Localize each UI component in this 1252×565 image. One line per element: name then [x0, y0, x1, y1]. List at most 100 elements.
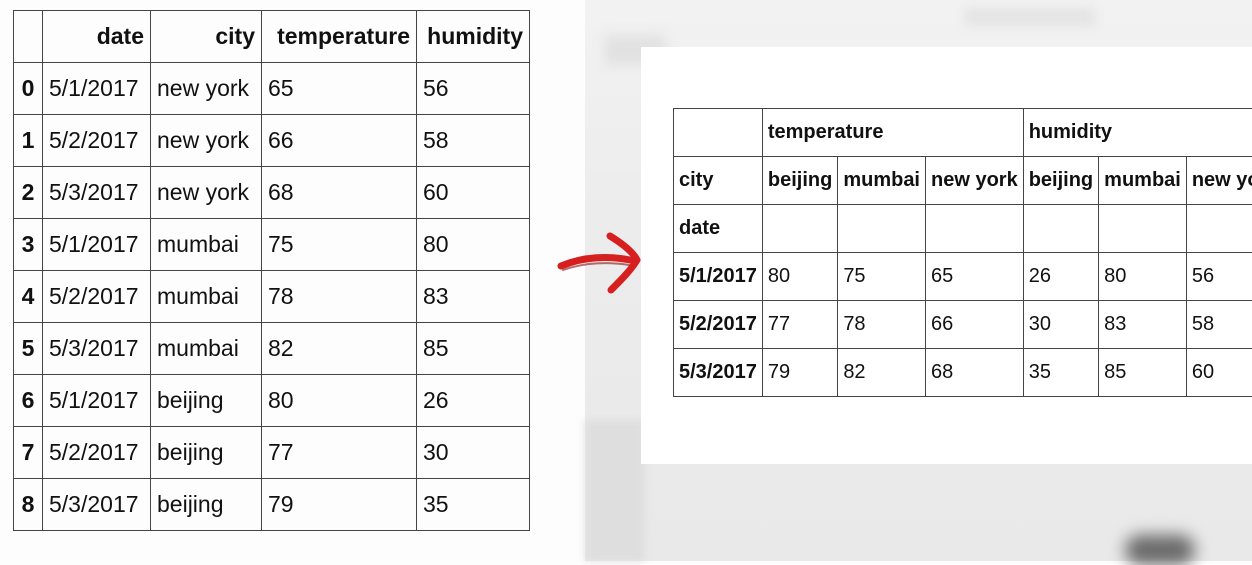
column-header-humidity: humidity — [417, 11, 530, 63]
table-row: 5/1/2017 80 75 65 26 80 56 — [674, 253, 1252, 301]
column-header-temperature: temperature — [262, 11, 417, 63]
cell-city: beijing — [151, 479, 262, 531]
cell-temperature: 82 — [262, 323, 417, 375]
row-index: 5 — [14, 323, 43, 375]
sub-header: beijing — [1023, 157, 1098, 205]
table-row: 3 5/1/2017 mumbai 75 80 — [14, 219, 530, 271]
table-header-row: date city temperature humidity — [14, 11, 530, 63]
pivot-corner-cell — [674, 109, 763, 157]
table-row: 0 5/1/2017 new york 65 56 — [14, 63, 530, 115]
cell-humidity: 83 — [417, 271, 530, 323]
column-header — [14, 11, 43, 63]
cell-temperature: 65 — [262, 63, 417, 115]
empty-cell — [838, 205, 926, 253]
cell-temperature: 78 — [262, 271, 417, 323]
row-index: 2 — [14, 167, 43, 219]
cell-city: beijing — [151, 427, 262, 479]
cell-city: new york — [151, 167, 262, 219]
pivot-sub-header-row: city beijing mumbai new york beijing mum… — [674, 157, 1252, 205]
pivot-cell: 82 — [838, 349, 926, 397]
cell-temperature: 68 — [262, 167, 417, 219]
pivot-group-header-row: temperature humidity — [674, 109, 1252, 157]
cell-city: mumbai — [151, 323, 262, 375]
pivot-cell: 30 — [1023, 301, 1098, 349]
pivot-cell: 78 — [838, 301, 926, 349]
pivot-cell: 35 — [1023, 349, 1098, 397]
pivot-cell: 26 — [1023, 253, 1098, 301]
pivot-cell: 68 — [926, 349, 1024, 397]
pivot-cell: 80 — [1099, 253, 1187, 301]
cell-date: 5/2/2017 — [43, 271, 151, 323]
table-row: 8 5/3/2017 beijing 79 35 — [14, 479, 530, 531]
table-row: 7 5/2/2017 beijing 77 30 — [14, 427, 530, 479]
cell-humidity: 30 — [417, 427, 530, 479]
cell-city: mumbai — [151, 271, 262, 323]
cell-date: 5/2/2017 — [43, 427, 151, 479]
pivot-cell: 66 — [926, 301, 1024, 349]
cell-humidity: 85 — [417, 323, 530, 375]
cell-city: new york — [151, 115, 262, 167]
cell-temperature: 66 — [262, 115, 417, 167]
cell-date: 5/3/2017 — [43, 323, 151, 375]
column-header-city: city — [151, 11, 262, 63]
sub-header: new york — [926, 157, 1024, 205]
cell-temperature: 75 — [262, 219, 417, 271]
row-date: 5/3/2017 — [674, 349, 763, 397]
blurred-element — [965, 8, 1095, 26]
table-row: 2 5/3/2017 new york 68 60 — [14, 167, 530, 219]
cell-humidity: 56 — [417, 63, 530, 115]
cell-date: 5/3/2017 — [43, 479, 151, 531]
empty-cell — [1186, 205, 1252, 253]
cell-date: 5/1/2017 — [43, 375, 151, 427]
cell-date: 5/3/2017 — [43, 167, 151, 219]
columns-label: city — [674, 157, 763, 205]
cell-humidity: 26 — [417, 375, 530, 427]
table-row: 1 5/2/2017 new york 66 58 — [14, 115, 530, 167]
group-header-humidity: humidity — [1023, 109, 1252, 157]
empty-cell — [1099, 205, 1187, 253]
row-date: 5/2/2017 — [674, 301, 763, 349]
pivot-cell: 56 — [1186, 253, 1252, 301]
column-header-date: date — [43, 11, 151, 63]
empty-cell — [762, 205, 837, 253]
pivot-cell: 83 — [1099, 301, 1187, 349]
cell-humidity: 58 — [417, 115, 530, 167]
cell-city: new york — [151, 63, 262, 115]
pivot-cell: 75 — [838, 253, 926, 301]
table-row: 4 5/2/2017 mumbai 78 83 — [14, 271, 530, 323]
cell-temperature: 77 — [262, 427, 417, 479]
cell-humidity: 60 — [417, 167, 530, 219]
cell-date: 5/2/2017 — [43, 115, 151, 167]
pivot-cell: 85 — [1099, 349, 1187, 397]
row-date: 5/1/2017 — [674, 253, 763, 301]
blurred-element — [585, 420, 645, 561]
pivot-table: temperature humidity city beijing mumbai… — [673, 108, 1252, 397]
cell-temperature: 80 — [262, 375, 417, 427]
pivot-cell: 79 — [762, 349, 837, 397]
cell-city: mumbai — [151, 219, 262, 271]
cell-humidity: 80 — [417, 219, 530, 271]
sub-header: beijing — [762, 157, 837, 205]
empty-cell — [926, 205, 1024, 253]
row-index: 0 — [14, 63, 43, 115]
sub-header: mumbai — [838, 157, 926, 205]
cell-city: beijing — [151, 375, 262, 427]
cell-date: 5/1/2017 — [43, 63, 151, 115]
empty-cell — [1023, 205, 1098, 253]
source-dataframe-table: date city temperature humidity 0 5/1/201… — [13, 10, 530, 531]
cell-temperature: 79 — [262, 479, 417, 531]
row-index: 7 — [14, 427, 43, 479]
pivot-cell: 80 — [762, 253, 837, 301]
cell-date: 5/1/2017 — [43, 219, 151, 271]
row-index: 3 — [14, 219, 43, 271]
table-row: 5 5/3/2017 mumbai 82 85 — [14, 323, 530, 375]
table-row: 6 5/1/2017 beijing 80 26 — [14, 375, 530, 427]
pivot-index-label-row: date — [674, 205, 1252, 253]
index-label: date — [674, 205, 763, 253]
table-row: 5/3/2017 79 82 68 35 85 60 — [674, 349, 1252, 397]
row-index: 1 — [14, 115, 43, 167]
right-arrow-icon — [555, 222, 650, 302]
sub-header: mumbai — [1099, 157, 1187, 205]
row-index: 6 — [14, 375, 43, 427]
row-index: 8 — [14, 479, 43, 531]
